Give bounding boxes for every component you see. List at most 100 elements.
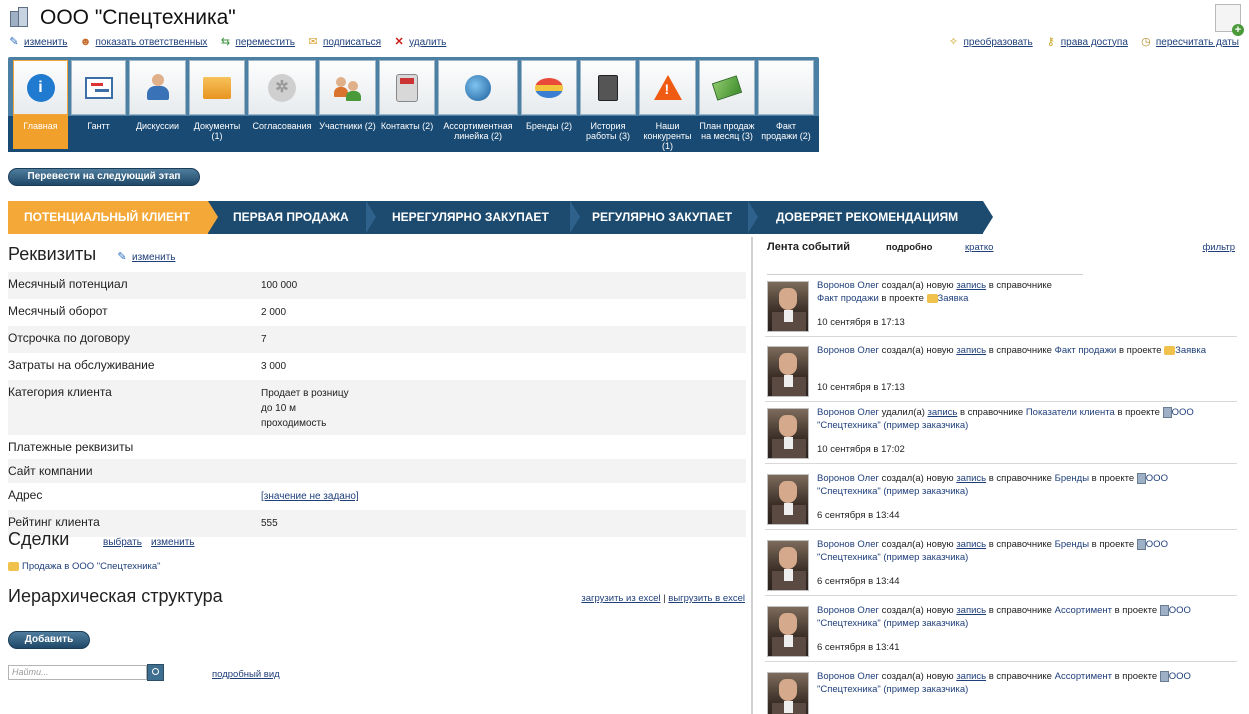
feed-record-link[interactable]: запись xyxy=(956,280,986,291)
stage-trusts-recommendations[interactable]: ДОВЕРЯЕТ РЕКОМЕНДАЦИЯМ xyxy=(776,201,958,234)
search-icon[interactable] xyxy=(147,664,164,681)
feed-record-link[interactable]: запись xyxy=(956,473,986,484)
feed-user-link[interactable]: Воронов Олег xyxy=(817,671,879,682)
tab-participants[interactable]: Участники (2) xyxy=(319,60,376,149)
avatar xyxy=(767,281,809,332)
feed-ref-link[interactable]: Ассортимент xyxy=(1055,605,1112,616)
add-button[interactable]: Добавить xyxy=(8,631,90,649)
feed-ref-link[interactable]: Показатели клиента xyxy=(1026,407,1115,418)
stage-potential-client[interactable]: ПОТЕНЦИАЛЬНЫЙ КЛИЕНТ xyxy=(8,201,208,234)
tab-brands[interactable]: Бренды (2) xyxy=(521,60,577,149)
address-value-link[interactable]: [значение не задано] xyxy=(261,483,359,510)
tab-contacts[interactable]: Контакты (2) xyxy=(379,60,435,149)
actions-left: ✎ изменить ☻ показать ответственных ⇆ перем… xyxy=(8,36,446,48)
convert-action[interactable]: ✧ преобразовать xyxy=(948,36,1033,48)
feed-ref-link[interactable]: Факт продажи xyxy=(1055,345,1117,356)
feed-ref-link[interactable]: Бренды xyxy=(1055,473,1089,484)
tab-sales-fact[interactable]: Факт продажи (2) xyxy=(758,60,814,149)
building-icon xyxy=(1162,406,1172,418)
tab-gantt[interactable]: Гантт xyxy=(71,60,126,149)
stage-first-sale[interactable]: ПЕРВАЯ ПРОДАЖА xyxy=(233,201,349,234)
avatar xyxy=(767,408,809,459)
tab-assortment[interactable]: Ассортиментная линейка (2) xyxy=(438,60,518,149)
delete-action[interactable]: ✕ удалить xyxy=(393,36,446,48)
avatar xyxy=(767,540,809,591)
feed-entry: Воронов Олег создал(а) новую запись в сп… xyxy=(765,273,1237,337)
feed-project-link[interactable]: "Спецтехника" (пример заказчика) xyxy=(817,684,968,695)
feed-brief-tab[interactable]: кратко xyxy=(965,242,993,253)
tab-main[interactable]: i Главная xyxy=(13,60,68,149)
subscribe-action[interactable]: ✉ подписаться xyxy=(307,36,381,48)
table-row: Месячный потенциал 100 000 xyxy=(8,272,746,299)
feed-project-link[interactable]: ООО xyxy=(1169,605,1191,616)
feed-ref-link[interactable]: Факт продажи xyxy=(817,293,879,304)
feed-date: 10 сентября в 17:02 xyxy=(817,444,905,455)
detailed-view-link[interactable]: подробный вид xyxy=(212,669,280,680)
feed-date: 10 сентября в 17:13 xyxy=(817,382,905,393)
feed-user-link[interactable]: Воронов Олег xyxy=(817,345,879,356)
feed-project-link[interactable]: ООО xyxy=(1169,671,1191,682)
handshake-icon xyxy=(8,562,19,571)
feed-record-link[interactable]: запись xyxy=(956,345,986,356)
tab-documents[interactable]: Документы (1) xyxy=(189,60,245,149)
feed-record-link[interactable]: запись xyxy=(956,605,986,616)
feed-project-link[interactable]: ООО xyxy=(1146,539,1168,550)
tab-work-history[interactable]: История работы (3) xyxy=(580,60,636,149)
deals-select-link[interactable]: выбрать xyxy=(103,537,142,548)
tab-competitors[interactable]: ! Наши конкуренты (1) xyxy=(639,60,696,151)
tab-approvals[interactable]: ✲ Согласования xyxy=(248,60,316,149)
feed-project-link[interactable]: Заявка xyxy=(938,293,969,304)
feed-record-link[interactable]: запись xyxy=(956,539,986,550)
feed-user-link[interactable]: Воронов Олег xyxy=(817,280,879,291)
recalculate-dates-action[interactable]: ◷ пересчитать даты xyxy=(1140,36,1239,48)
feed-entry: Воронов Олег создал(а) новую запись в сп… xyxy=(765,532,1237,596)
load-excel-link[interactable]: загрузить из excel xyxy=(581,593,660,604)
feed-detailed-tab[interactable]: подробно xyxy=(886,242,932,253)
feed-ref-link[interactable]: Ассортимент xyxy=(1055,671,1112,682)
move-action[interactable]: ⇆ переместить xyxy=(219,36,295,48)
avatar xyxy=(767,474,809,525)
stage-regular-purchases[interactable]: РЕГУЛЯРНО ЗАКУПАЕТ xyxy=(592,201,732,234)
feed-project-link[interactable]: ООО xyxy=(1172,407,1194,418)
building-icon xyxy=(1136,538,1146,550)
feed-user-link[interactable]: Воронов Олег xyxy=(817,473,879,484)
module-toolbar: i Главная Гантт Дискуссии Документы (1) … xyxy=(8,57,819,152)
deals-edit-link[interactable]: изменить xyxy=(151,537,195,548)
feed-project-link[interactable]: Заявка xyxy=(1175,345,1206,356)
folder-icon xyxy=(203,76,231,99)
gear-icon: ✲ xyxy=(268,73,296,102)
feed-project-link[interactable]: "Спецтехника" (пример заказчика) xyxy=(817,618,968,629)
feed-project-link[interactable]: "Спецтехника" (пример заказчика) xyxy=(817,486,968,497)
feed-entry: Воронов Олег создал(а) новую запись в сп… xyxy=(765,466,1237,530)
feed-user-link[interactable]: Воронов Олег xyxy=(817,539,879,550)
next-stage-button[interactable]: Перевести на следующий этап xyxy=(8,168,200,186)
feed-record-link[interactable]: запись xyxy=(956,671,986,682)
group-icon xyxy=(333,75,362,101)
avatar xyxy=(767,346,809,397)
search-input[interactable]: Найти... xyxy=(8,665,147,680)
feed-project-link[interactable]: ООО xyxy=(1146,473,1168,484)
deal-item[interactable]: Продажа в ООО "Спецтехника" xyxy=(8,561,161,572)
stage-irregular-purchases[interactable]: НЕРЕГУЛЯРНО ЗАКУПАЕТ xyxy=(392,201,549,234)
feed-ref-link[interactable]: Бренды xyxy=(1055,539,1089,550)
stopwatch-icon: ◷ xyxy=(1141,36,1151,48)
building-icon xyxy=(1159,670,1169,682)
show-responsible-action[interactable]: ☻ показать ответственных xyxy=(80,36,208,48)
requisites-edit[interactable]: ✎ изменить xyxy=(116,251,175,263)
feed-user-link[interactable]: Воронов Олег xyxy=(817,407,879,418)
feed-project-link[interactable]: "Спецтехника" (пример заказчика) xyxy=(817,552,968,563)
feed-entry: Воронов Олег создал(а) новую запись в сп… xyxy=(765,598,1237,662)
edit-action[interactable]: ✎ изменить xyxy=(8,36,67,48)
add-document-icon[interactable] xyxy=(1215,4,1244,36)
feed-user-link[interactable]: Воронов Олег xyxy=(817,605,879,616)
export-excel-link[interactable]: выгрузить в excel xyxy=(668,593,745,604)
tab-sales-plan[interactable]: План продаж на месяц (3) xyxy=(699,60,755,149)
stage-arrow xyxy=(570,201,580,233)
handshake-icon xyxy=(1164,345,1176,355)
feed-record-link[interactable]: запись xyxy=(928,407,958,418)
feed-project-link[interactable]: "Спецтехника" (пример заказчика) xyxy=(817,420,968,431)
feed-filter-link[interactable]: фильтр xyxy=(1202,242,1235,253)
key-icon: ⚷ xyxy=(1046,36,1055,48)
access-rights-action[interactable]: ⚷ права доступа xyxy=(1045,36,1128,48)
tab-discussions[interactable]: Дискуссии xyxy=(129,60,186,149)
